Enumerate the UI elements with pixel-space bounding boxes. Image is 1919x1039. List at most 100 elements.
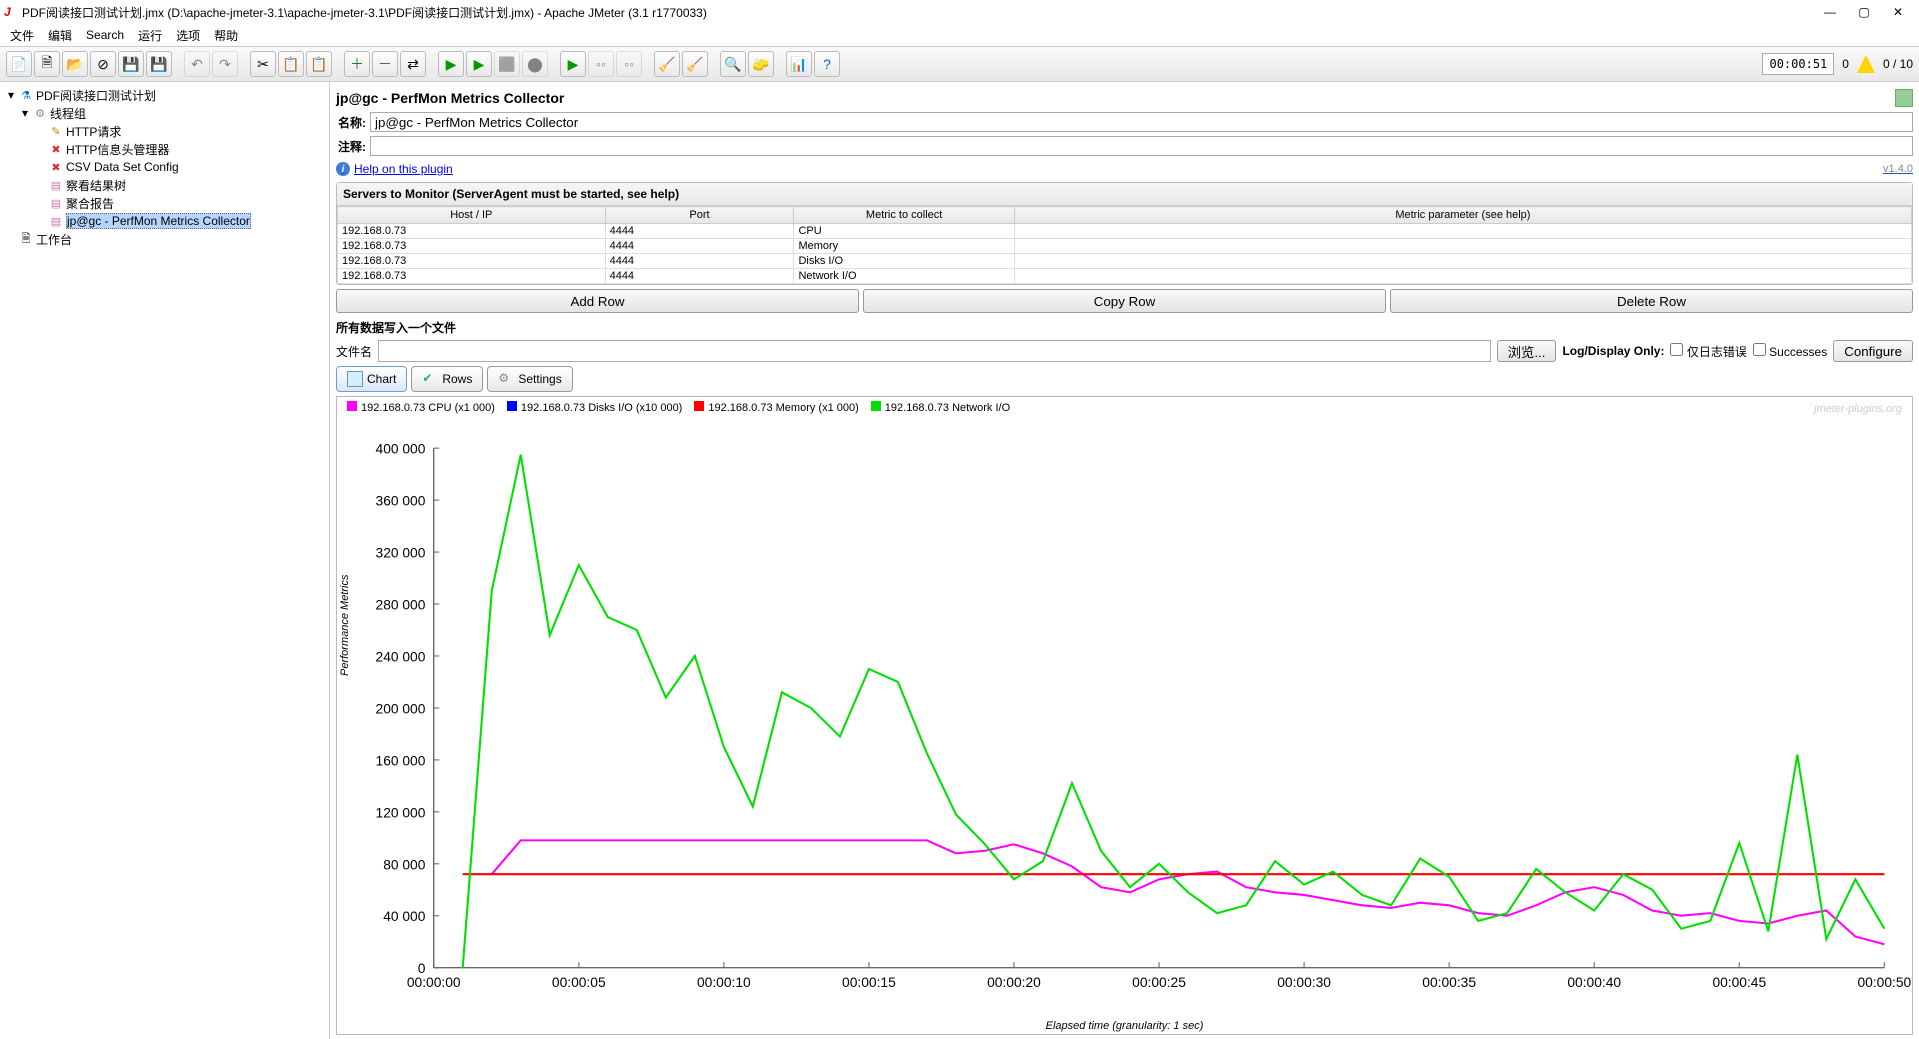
remote-start-button[interactable]: ▶ <box>560 51 586 77</box>
table-row[interactable]: 192.168.0.734444Disks I/O <box>338 254 1912 269</box>
tree-item-label: jp@gc - PerfMon Metrics Collector <box>66 213 251 229</box>
menu-options[interactable]: 选项 <box>170 25 206 46</box>
test-plan-tree[interactable]: ▾⚗PDF阅读接口测试计划 ▾⚙线程组 ✎HTTP请求 ✖HTTP信息头管理器 … <box>0 82 330 1039</box>
copy-row-button[interactable]: Copy Row <box>863 289 1386 313</box>
redo-button[interactable]: ↷ <box>212 51 238 77</box>
stop-button[interactable]: ⬛ <box>494 51 520 77</box>
tree-threadgroup[interactable]: ▾⚙线程组 <box>4 104 325 122</box>
svg-text:80 000: 80 000 <box>383 856 426 872</box>
save-button[interactable]: 💾 <box>118 51 144 77</box>
svg-text:360 000: 360 000 <box>376 493 426 509</box>
paste-button[interactable]: 📋 <box>306 51 332 77</box>
tree-item-label: 察看结果树 <box>66 177 126 194</box>
tab-chart[interactable]: Chart <box>336 366 407 392</box>
remote-start-all-button[interactable]: ◦◦ <box>588 51 614 77</box>
svg-text:00:00:50: 00:00:50 <box>1858 974 1912 990</box>
add-row-button[interactable]: Add Row <box>336 289 859 313</box>
svg-text:00:00:00: 00:00:00 <box>407 974 461 990</box>
new-button[interactable]: 📄 <box>6 51 32 77</box>
chart-icon <box>347 371 363 387</box>
delete-row-button[interactable]: Delete Row <box>1390 289 1913 313</box>
comment-input[interactable] <box>370 136 1913 156</box>
tree-csv-config[interactable]: ✖CSV Data Set Config <box>4 158 325 176</box>
clear-button[interactable]: 🧹 <box>654 51 680 77</box>
tree-testplan[interactable]: ▾⚗PDF阅读接口测试计划 <box>4 86 325 104</box>
chart-legend: 192.168.0.73 CPU (x1 000)192.168.0.73 Di… <box>337 397 1912 418</box>
help-link[interactable]: Help on this plugin <box>354 162 453 176</box>
undo-button[interactable]: ↶ <box>184 51 210 77</box>
servers-table[interactable]: Host / IP Port Metric to collect Metric … <box>337 206 1912 284</box>
tree-view-results[interactable]: ▤察看结果树 <box>4 176 325 194</box>
errors-checkbox[interactable] <box>1670 343 1683 356</box>
errors-checkbox-label[interactable]: 仅日志错误 <box>1670 343 1746 360</box>
svg-text:00:00:20: 00:00:20 <box>987 974 1041 990</box>
menu-file[interactable]: 文件 <box>4 25 40 46</box>
rows-icon: ✔ <box>422 371 438 387</box>
timer: 00:00:51 <box>1762 53 1834 75</box>
help-button[interactable]: ? <box>814 51 840 77</box>
start-no-timers-button[interactable]: ▶ <box>466 51 492 77</box>
col-param[interactable]: Metric parameter (see help) <box>1014 207 1911 224</box>
tree-item-label: 聚合报告 <box>66 195 114 212</box>
tree-aggregate-report[interactable]: ▤聚合报告 <box>4 194 325 212</box>
search-button[interactable]: 🔍 <box>720 51 746 77</box>
successes-checkbox-label[interactable]: Successes <box>1753 343 1827 359</box>
reset-search-button[interactable]: 🧽 <box>748 51 774 77</box>
table-row[interactable]: 192.168.0.734444Network I/O <box>338 269 1912 284</box>
templates-button[interactable]: 🗎 <box>34 51 60 77</box>
expand-icon[interactable] <box>1895 89 1913 107</box>
expand-button[interactable]: ＋ <box>344 51 370 77</box>
menu-run[interactable]: 运行 <box>132 25 168 46</box>
menu-edit[interactable]: 编辑 <box>42 25 78 46</box>
tree-http-request[interactable]: ✎HTTP请求 <box>4 122 325 140</box>
col-port[interactable]: Port <box>605 207 794 224</box>
svg-text:00:00:25: 00:00:25 <box>1132 974 1186 990</box>
col-metric[interactable]: Metric to collect <box>794 207 1014 224</box>
menu-search[interactable]: Search <box>80 26 130 44</box>
table-row[interactable]: 192.168.0.734444Memory <box>338 239 1912 254</box>
window-title: PDF阅读接口测试计划.jmx (D:\apache-jmeter-3.1\ap… <box>22 4 1823 21</box>
chart-area: 192.168.0.73 CPU (x1 000)192.168.0.73 Di… <box>336 396 1913 1035</box>
toggle-button[interactable]: ⇄ <box>400 51 426 77</box>
function-helper-button[interactable]: 📊 <box>786 51 812 77</box>
successes-checkbox[interactable] <box>1753 343 1766 356</box>
browse-button[interactable]: 浏览... <box>1497 340 1557 362</box>
maximize-button[interactable]: ▢ <box>1857 5 1871 19</box>
col-host[interactable]: Host / IP <box>338 207 606 224</box>
svg-text:00:00:45: 00:00:45 <box>1712 974 1766 990</box>
save-as-button[interactable]: 💾 <box>146 51 172 77</box>
collapse-button[interactable]: － <box>372 51 398 77</box>
cut-button[interactable]: ✂ <box>250 51 276 77</box>
configure-button[interactable]: Configure <box>1833 340 1913 362</box>
tree-http-header-mgr[interactable]: ✖HTTP信息头管理器 <box>4 140 325 158</box>
warning-icon[interactable] <box>1857 55 1875 73</box>
tab-rows[interactable]: ✔Rows <box>411 366 483 392</box>
svg-text:00:00:10: 00:00:10 <box>697 974 751 990</box>
start-button[interactable]: ▶ <box>438 51 464 77</box>
filename-input[interactable] <box>378 340 1491 362</box>
tree-threadgroup-label: 线程组 <box>50 105 86 122</box>
content-panel: jp@gc - PerfMon Metrics Collector 名称: 注释… <box>330 82 1919 1039</box>
shutdown-button[interactable]: ⬤ <box>522 51 548 77</box>
tree-workbench[interactable]: 🗎工作台 <box>4 230 325 248</box>
x-axis-label: Elapsed time (granularity: 1 sec) <box>337 1020 1912 1032</box>
close-button[interactable]: ✕ <box>1891 5 1905 19</box>
file-heading: 所有数据写入一个文件 <box>336 319 1913 336</box>
svg-text:160 000: 160 000 <box>376 752 426 768</box>
svg-text:120 000: 120 000 <box>376 804 426 820</box>
minimize-button[interactable]: — <box>1823 5 1837 19</box>
menu-help[interactable]: 帮助 <box>208 25 244 46</box>
svg-text:240 000: 240 000 <box>376 649 426 665</box>
tree-perfmon[interactable]: ▤jp@gc - PerfMon Metrics Collector <box>4 212 325 230</box>
toolbar: 📄 🗎 📂 ⊘ 💾 💾 ↶ ↷ ✂ 📋 📋 ＋ － ⇄ ▶ ▶ ⬛ ⬤ ▶ ◦◦… <box>0 46 1919 82</box>
table-row[interactable]: 192.168.0.734444CPU <box>338 224 1912 239</box>
name-input[interactable] <box>370 112 1913 132</box>
filename-label: 文件名 <box>336 343 372 360</box>
open-button[interactable]: 📂 <box>62 51 88 77</box>
tab-settings[interactable]: ⚙Settings <box>487 366 572 392</box>
clear-all-button[interactable]: 🧹 <box>682 51 708 77</box>
copy-button[interactable]: 📋 <box>278 51 304 77</box>
remote-stop-button[interactable]: ◦◦ <box>616 51 642 77</box>
close-file-button[interactable]: ⊘ <box>90 51 116 77</box>
tree-item-label: HTTP请求 <box>66 123 121 140</box>
